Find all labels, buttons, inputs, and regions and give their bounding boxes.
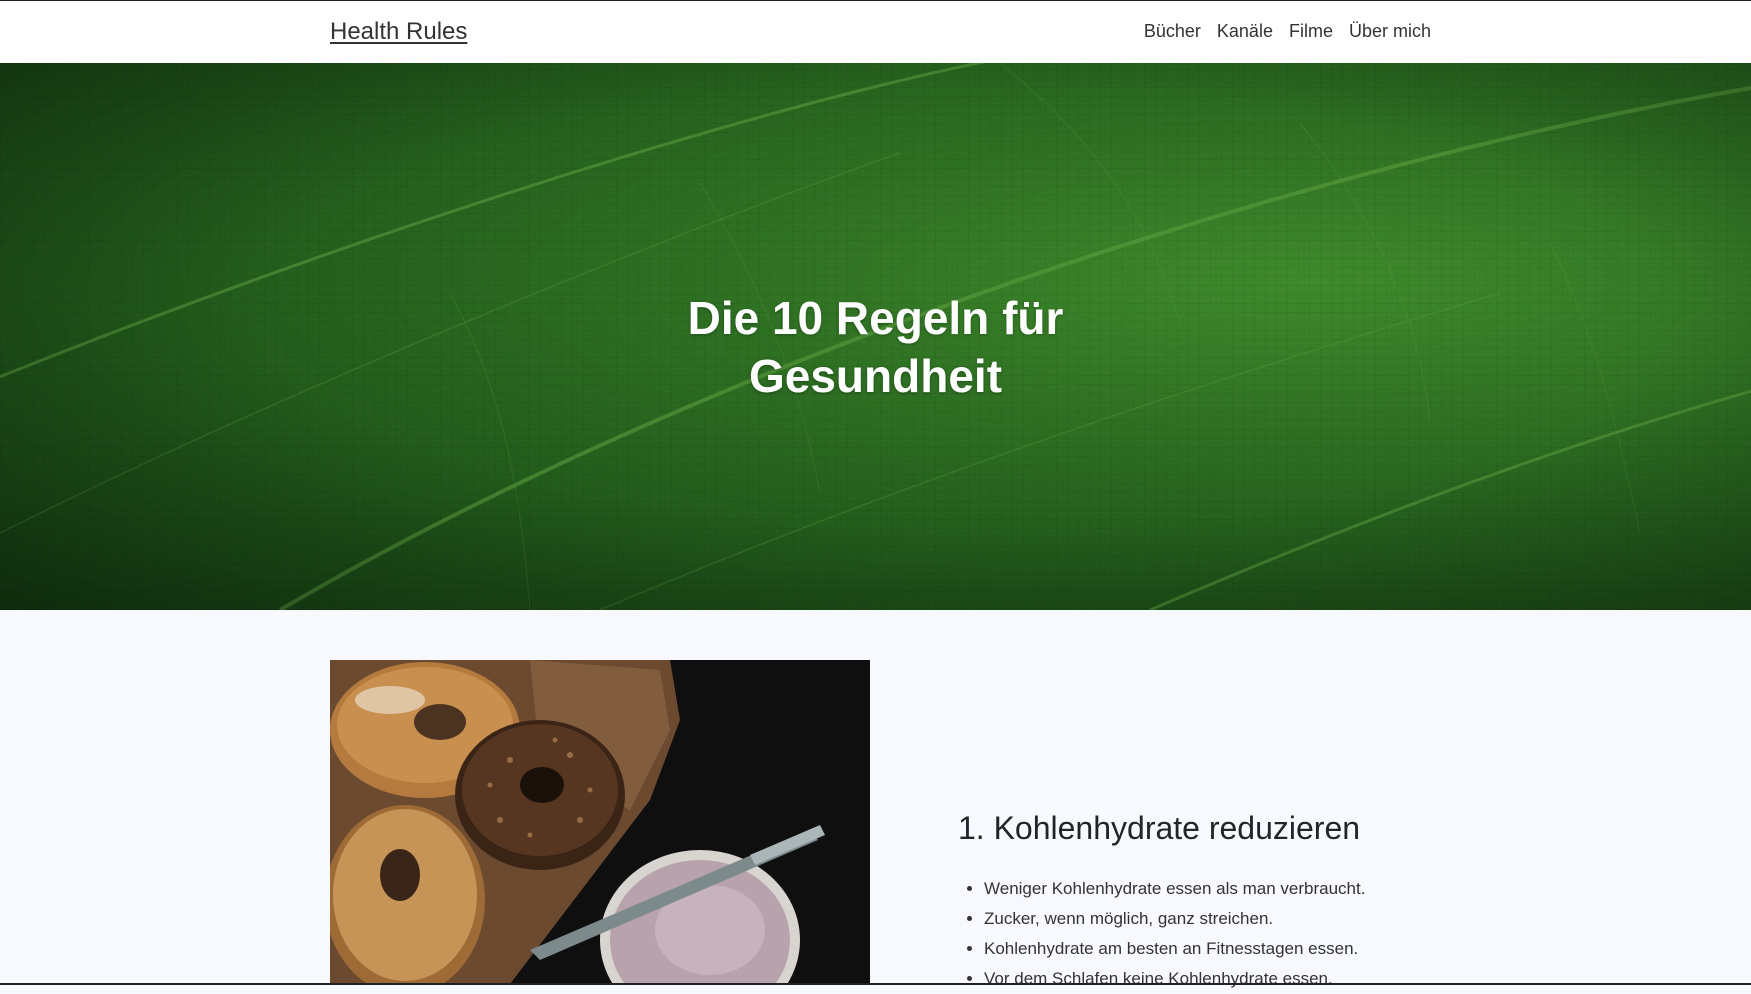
hero-title-line2: Gesundheit [748,349,1003,402]
nav-links: Bücher Kanäle Filme Über mich [1144,21,1431,42]
rule-list: Weniger Kohlenhydrate essen als man verb… [958,874,1365,994]
hero-banner: Die 10 Regeln für Gesundheit [0,63,1751,610]
list-item: Vor dem Schlafen keine Kohlenhydrate ess… [984,964,1365,994]
nav-link-filme[interactable]: Filme [1289,21,1333,42]
bagels-image [330,660,870,984]
brand-link[interactable]: Health Rules [330,18,467,46]
rule-heading: 1. Kohlenhydrate reduzieren [958,810,1361,846]
navbar: Health Rules Bücher Kanäle Filme Über mi… [0,1,1751,63]
hero-title-line1: Die 10 Regeln für [687,291,1064,344]
hero-title: Die 10 Regeln für Gesundheit [0,289,1751,405]
list-item: Zucker, wenn möglich, ganz streichen. [984,904,1365,934]
list-item: Kohlenhydrate am besten an Fitnesstagen … [984,934,1365,964]
nav-link-kanaele[interactable]: Kanäle [1217,21,1273,42]
list-item: Weniger Kohlenhydrate essen als man verb… [984,874,1365,904]
nav-link-ueber-mich[interactable]: Über mich [1349,21,1431,42]
nav-link-buecher[interactable]: Bücher [1144,21,1201,42]
